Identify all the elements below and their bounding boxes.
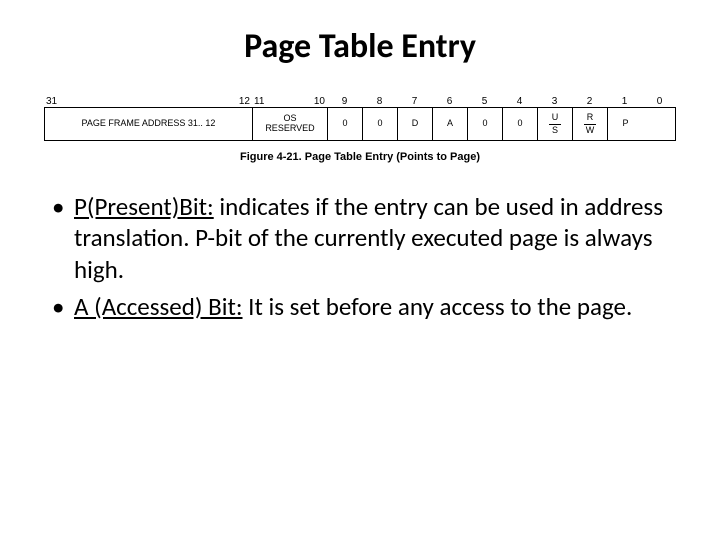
list-item: P(Present)Bit: indicates if the entry ca…: [46, 191, 674, 285]
bit-10: 10: [314, 96, 325, 107]
bit-2: 2: [572, 96, 607, 107]
page-title: Page Table Entry: [40, 26, 680, 67]
field-bit9: 0: [328, 108, 363, 140]
field-rw-bot: W: [586, 126, 595, 136]
bit-31: 31: [46, 96, 57, 107]
bit-7: 7: [397, 96, 432, 107]
field-a: A: [433, 108, 468, 140]
figure-caption: Figure 4-21. Page Table Entry (Points to…: [40, 151, 680, 163]
bit-6: 6: [432, 96, 467, 107]
bit-8: 8: [362, 96, 397, 107]
pte-diagram: 31 12 11 10 9 8 7 6 5 4 3 2 1 0 PAGE FRA…: [44, 91, 676, 141]
bullet-term: A (Accessed) Bit:: [74, 291, 243, 322]
bit-3: 3: [537, 96, 572, 107]
field-bit8: 0: [363, 108, 398, 140]
field-rw-top: R: [587, 113, 594, 123]
field-page-frame-address: PAGE FRAME ADDRESS 31.. 12: [45, 108, 253, 140]
field-us-top: U: [552, 113, 559, 123]
bit-1: 1: [607, 96, 642, 107]
bullet-list: P(Present)Bit: indicates if the entry ca…: [40, 191, 680, 322]
bit-0: 0: [642, 96, 677, 107]
bit-5: 5: [467, 96, 502, 107]
bit-11: 11: [254, 96, 264, 107]
field-row: PAGE FRAME ADDRESS 31.. 12 OS RESERVED 0…: [44, 107, 676, 141]
field-os-reserved: OS RESERVED: [253, 108, 328, 140]
field-bit5: 0: [468, 108, 503, 140]
bullet-text: It is set before any access to the page.: [243, 291, 633, 322]
list-item: A (Accessed) Bit: It is set before any a…: [46, 291, 674, 322]
bit-number-row: 31 12 11 10 9 8 7 6 5 4 3 2 1 0: [44, 91, 676, 107]
bullet-term: P(Present)Bit:: [74, 191, 214, 222]
field-us-bot: S: [552, 126, 558, 136]
bit-12: 12: [239, 96, 250, 107]
field-d: D: [398, 108, 433, 140]
field-bit4: 0: [503, 108, 538, 140]
field-p: P: [608, 108, 643, 140]
field-os-line2: RESERVED: [265, 124, 314, 134]
field-us: U S: [538, 108, 573, 140]
bit-4: 4: [502, 96, 537, 107]
field-rw: R W: [573, 108, 608, 140]
bit-9: 9: [327, 96, 362, 107]
